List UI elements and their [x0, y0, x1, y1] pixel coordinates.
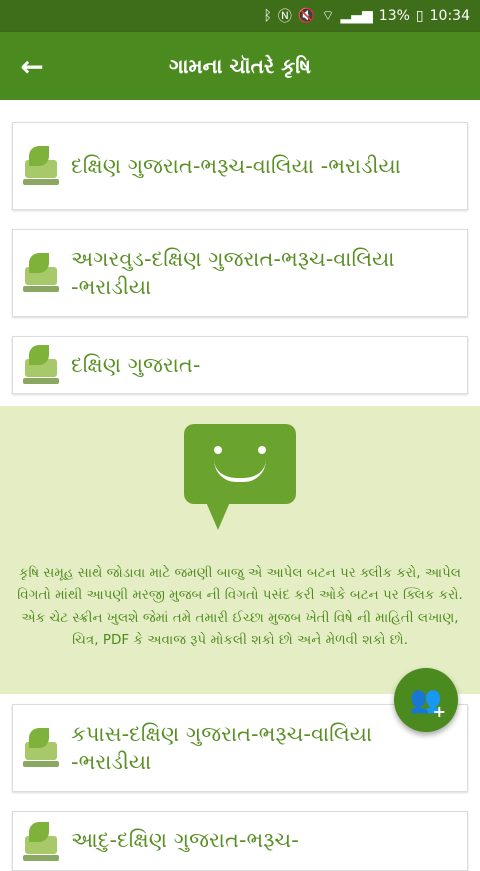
wifi-icon: ⌔ — [321, 8, 335, 24]
list-item[interactable]: દક્ષિણ ગુજરાત-ભરૂચ-વાલિયા -ભરાડીયા — [12, 122, 468, 210]
signal-icon: ▂▄▆ — [340, 8, 373, 24]
list-item-label: દક્ષિણ ગુજરાત-ભરૂચ-વાલિયા -ભરાડીયા — [71, 153, 401, 178]
arrow-left-icon[interactable]: ← — [0, 32, 64, 100]
list-item-label: આદુ-દક્ષિણ ગુજરાત-ભરૂચ- — [71, 828, 299, 852]
list-item-label: અગરવુડ-દક્ષિણ ગુજરાત-ભરૂચ-વાલિયા -ભરાડીય… — [71, 246, 395, 299]
clock: 10:34 — [429, 8, 470, 24]
list-item[interactable]: દક્ષિણ ગુજરાત- — [12, 336, 468, 394]
bluetooth-icon: ᛒ — [263, 8, 272, 24]
add-group-button[interactable]: 👥 + — [394, 668, 458, 732]
info-text: કૃષિ સમૂહ સાથે જોડાવા માટે જમણી બાજુ એ આ… — [17, 565, 463, 648]
list-item-label: દક્ષિણ ગુજરાત- — [71, 352, 201, 377]
status-bar: ᛒ Ⓝ 🔇 ⌔ ▂▄▆ 13% ▯ 10:34 — [0, 0, 480, 32]
page-title: ગામના ચૉતરે કૃષિ — [169, 54, 311, 78]
group-logo — [23, 726, 59, 770]
group-logo — [23, 820, 59, 864]
list-item[interactable]: અગરવુડ-દક્ષિણ ગુજરાત-ભરૂચ-વાલિયા -ભરાડીય… — [12, 229, 468, 317]
group-logo — [23, 343, 59, 387]
mute-icon: 🔇 — [297, 8, 316, 24]
list-item[interactable]: આદુ-દક્ષિણ ગુજરાત-ભરૂચ- — [12, 811, 468, 871]
group-logo — [23, 251, 59, 295]
info-panel: કૃષિ સમૂહ સાથે જોડાવા માટે જમણી બાજુ એ આ… — [0, 406, 480, 694]
battery-percent: 13% — [378, 8, 410, 24]
app-bar: ← ગામના ચૉતરે કૃષિ — [0, 32, 480, 100]
nfc-icon: Ⓝ — [277, 9, 292, 25]
group-list: દક્ષિણ ગુજરાત-ભરૂચ-વાલિયા -ભરાડીયા અગરવુ… — [0, 100, 480, 871]
group-logo — [23, 144, 59, 188]
battery-icon: ▯ — [415, 8, 424, 24]
